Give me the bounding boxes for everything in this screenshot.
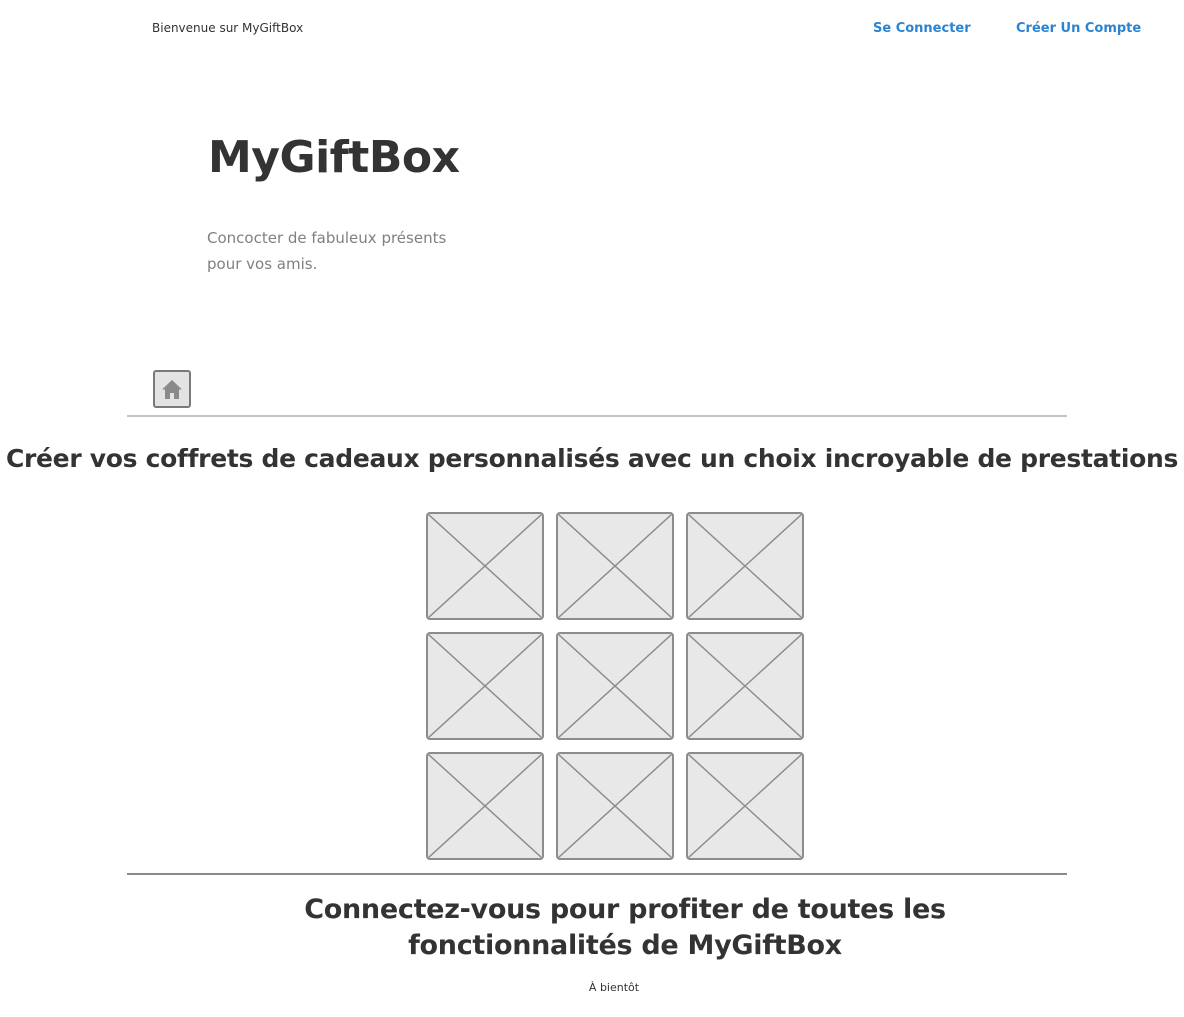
- footer-divider: [127, 873, 1067, 875]
- welcome-text: Bienvenue sur MyGiftBox: [152, 21, 304, 35]
- signup-link[interactable]: Créer Un Compte: [1016, 21, 1141, 36]
- gallery-tile[interactable]: [556, 512, 674, 620]
- home-button[interactable]: [153, 370, 191, 408]
- gallery-tile[interactable]: [556, 752, 674, 860]
- login-link[interactable]: Se Connecter: [873, 21, 971, 36]
- image-placeholder-icon: [558, 754, 672, 858]
- header-divider: [127, 415, 1067, 417]
- gallery-tile[interactable]: [426, 512, 544, 620]
- gallery-tile[interactable]: [426, 632, 544, 740]
- image-placeholder-icon: [688, 754, 802, 858]
- gift-gallery: [426, 512, 804, 860]
- site-tagline: Concocter de fabuleux présents pour vos …: [207, 229, 447, 273]
- image-placeholder-icon: [688, 514, 802, 618]
- main-headline: Créer vos coffrets de cadeaux personnali…: [5, 444, 1179, 473]
- gallery-tile[interactable]: [686, 512, 804, 620]
- gallery-tile[interactable]: [686, 632, 804, 740]
- image-placeholder-icon: [428, 514, 542, 618]
- gallery-tile[interactable]: [556, 632, 674, 740]
- image-placeholder-icon: [428, 634, 542, 738]
- gallery-tile[interactable]: [686, 752, 804, 860]
- home-icon: [162, 380, 182, 399]
- site-title: MyGiftBox: [208, 132, 460, 183]
- image-placeholder-icon: [558, 634, 672, 738]
- gallery-tile[interactable]: [426, 752, 544, 860]
- footer-note: À bientôt: [588, 981, 640, 994]
- image-placeholder-icon: [558, 514, 672, 618]
- image-placeholder-icon: [688, 634, 802, 738]
- image-placeholder-icon: [428, 754, 542, 858]
- login-cta: Connectez-vous pour profiter de toutes l…: [304, 894, 946, 961]
